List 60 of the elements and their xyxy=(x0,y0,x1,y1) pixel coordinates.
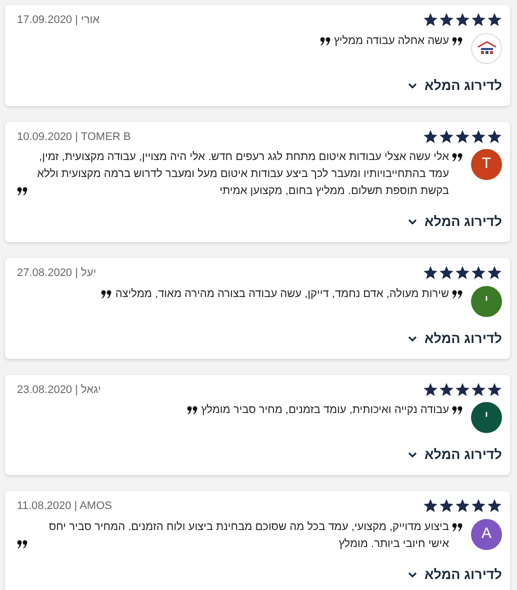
chevron-down-icon xyxy=(408,452,417,458)
quote-icon xyxy=(452,36,463,46)
star-icon xyxy=(439,266,454,280)
star-icon xyxy=(471,382,486,397)
full-rating-link[interactable]: לדירוג המלא xyxy=(408,445,502,466)
star-icon xyxy=(423,266,438,280)
full-rating-link[interactable]: לדירוג המלא xyxy=(408,212,502,232)
star-icon xyxy=(423,499,438,514)
star-icon xyxy=(439,13,454,28)
star-icon xyxy=(471,499,486,514)
quote-icon xyxy=(17,540,28,548)
star-icon xyxy=(423,130,438,144)
star-icon xyxy=(455,13,470,28)
avatar: י xyxy=(471,402,502,433)
quote-icon xyxy=(452,406,463,415)
house-logo-icon xyxy=(476,41,496,55)
star-icon xyxy=(487,130,502,144)
reviewer-date: 23.08.2020 | יגאל xyxy=(17,382,101,398)
star-icon xyxy=(471,130,486,144)
reviewer-date: 10.09.2020 | TOMER B xyxy=(17,130,131,144)
chevron-down-icon xyxy=(408,82,417,89)
quote-icon xyxy=(452,522,463,532)
star-icon xyxy=(455,266,470,280)
review-text: עשה אחלה עבודה ממליץ xyxy=(334,34,449,48)
reviewer-date: 11.08.2020 | AMOS xyxy=(17,499,112,514)
star-icon xyxy=(423,382,438,397)
quote-icon xyxy=(187,406,198,415)
chevron-down-icon xyxy=(408,219,417,226)
star-icon xyxy=(455,499,470,514)
avatar: A xyxy=(471,518,502,550)
star-icon xyxy=(455,382,470,397)
quote-icon xyxy=(320,36,331,46)
star-icon xyxy=(439,130,454,144)
star-icon xyxy=(455,130,470,144)
star-icon xyxy=(487,266,502,280)
review-text: עבודה נקייה ואיכותית, עומד בזמנים, מחיר סביר מומלץ xyxy=(201,403,449,418)
reviewer-date: 17.09.2020 | אורי xyxy=(17,13,100,28)
review-text: ביצוע מדוייק, מקצועי, עמד בכל מה שסוכם מבחינת ביצוע ולוח הזמנים. המחיר סביר יחס אישי חיובי ביותר. מומלץ xyxy=(48,520,449,552)
star-icon xyxy=(471,13,486,28)
chevron-down-icon xyxy=(408,336,417,342)
review-text: אלי עשה אצלי עבודות איטום מתחת לגג רעפים חדש. אלי היה מצויין, עבודה מקצועית, זמין, עמד בהתחייבויותיו ומעבר לכך ביצע עבודות איטום מעל ומעבר לדרוש ברמה מקצועית וללא בקשת תוספת תשלום. ממליץ בחום, מקצוען אמיתי xyxy=(36,150,449,199)
review-text: שירות מעולה, אדם נחמד, דייקן, עשה עבודה בצורה מהירה מאוד, ממליצה xyxy=(115,286,449,302)
quote-icon xyxy=(452,153,463,162)
quote-icon xyxy=(17,187,28,196)
quote-icon xyxy=(452,290,463,298)
full-rating-link[interactable]: לדירוג המלא xyxy=(408,328,502,349)
reviewer-date: 27.08.2020 | יעל xyxy=(17,266,96,281)
quote-icon xyxy=(101,290,112,298)
star-icon xyxy=(423,13,438,28)
avatar: י xyxy=(471,286,502,316)
avatar: T xyxy=(471,149,502,180)
star-icon xyxy=(471,266,486,280)
star-icon xyxy=(487,499,502,514)
star-icon xyxy=(439,499,454,514)
star-icon xyxy=(487,13,502,28)
star-icon xyxy=(487,382,502,397)
full-rating-link[interactable]: לדירוג המלא xyxy=(408,564,502,585)
star-icon xyxy=(439,382,454,397)
chevron-down-icon xyxy=(408,572,417,578)
full-rating-link[interactable]: לדירוג המלא xyxy=(408,76,502,96)
